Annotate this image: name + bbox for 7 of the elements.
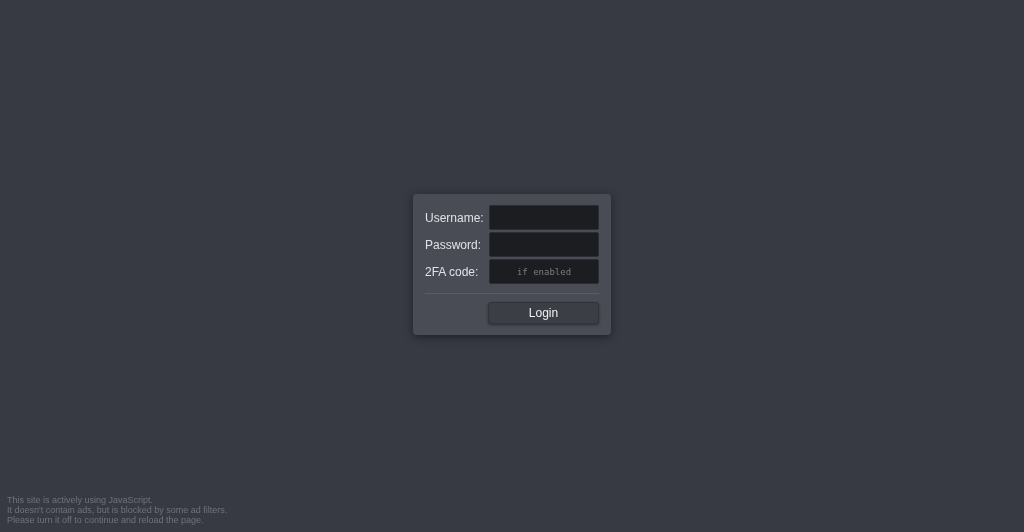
field-label: Username:	[425, 210, 484, 225]
login-button[interactable]: Login	[488, 302, 599, 324]
input-field[interactable]	[489, 232, 599, 257]
field-label: Password:	[425, 237, 482, 252]
input-field[interactable]: if enabled	[489, 259, 599, 284]
field-label: 2FA code:	[425, 264, 479, 279]
input-field[interactable]	[489, 205, 599, 230]
